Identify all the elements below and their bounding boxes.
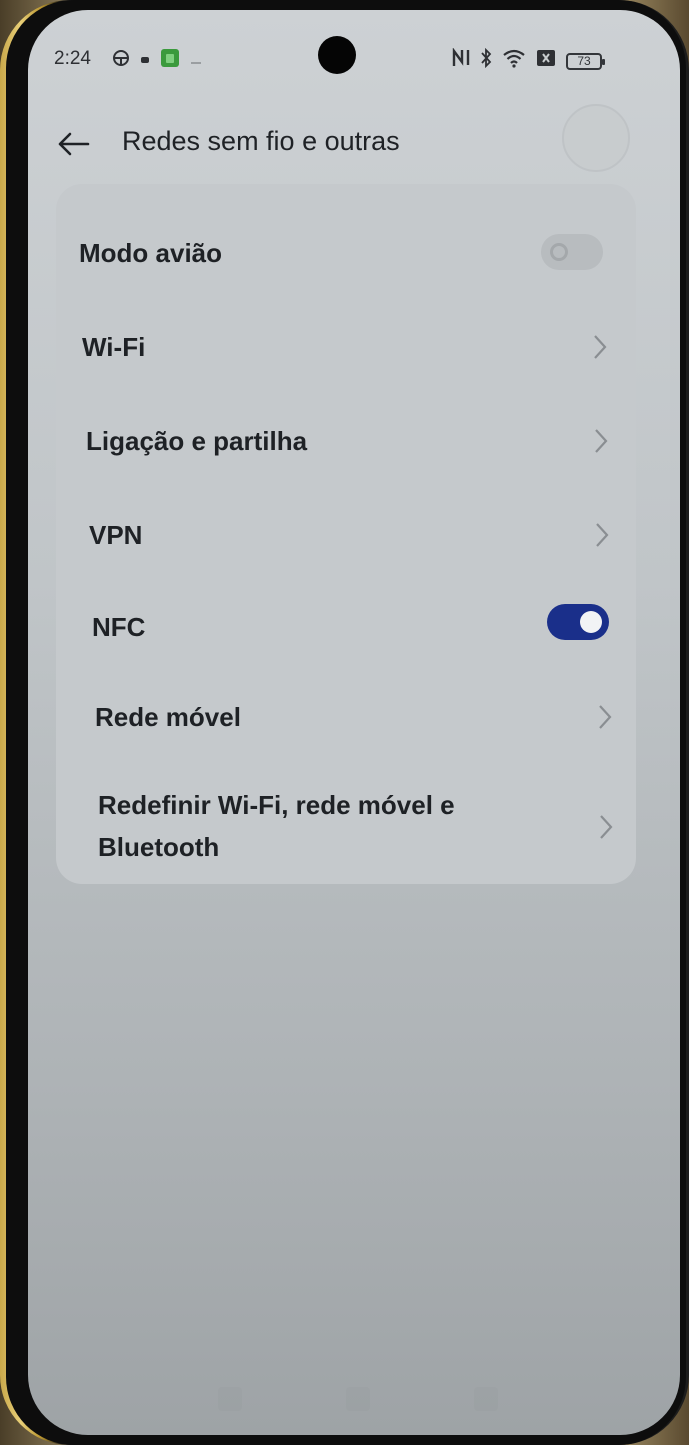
small-dot-icon	[140, 50, 150, 72]
settings-card: Modo avião Wi-Fi Ligação e partilha VPN	[56, 184, 636, 884]
nfc-toggle[interactable]	[547, 604, 609, 640]
status-right-icons: 73	[452, 47, 605, 74]
setting-label-mobile-network: Rede móvel	[95, 702, 241, 732]
toggle-knob	[550, 243, 568, 261]
battery-indicator: 73	[566, 52, 605, 70]
setting-row-airplane-mode[interactable]: Modo avião	[56, 214, 636, 294]
header: Redes sem fio e outras	[28, 104, 680, 174]
green-app-icon	[160, 48, 180, 74]
steering-wheel-icon	[112, 49, 130, 73]
page-title: Redes sem fio e outras	[122, 126, 400, 156]
front-camera	[318, 36, 356, 74]
setting-label-tethering: Ligação e partilha	[86, 426, 308, 456]
toggle-knob	[580, 611, 602, 633]
minus-icon	[190, 50, 202, 72]
setting-label-nfc: NFC	[92, 612, 146, 642]
nav-recent-icon[interactable]	[218, 1387, 242, 1411]
nav-home-icon[interactable]	[346, 1387, 370, 1411]
status-left-icons	[112, 48, 202, 74]
nfc-icon	[452, 47, 470, 74]
floating-circle-button[interactable]	[562, 104, 630, 172]
chevron-right-icon	[593, 428, 609, 454]
bluetooth-icon	[480, 47, 492, 74]
setting-row-tethering[interactable]: Ligação e partilha	[56, 404, 636, 484]
setting-row-nfc[interactable]: NFC	[56, 590, 636, 670]
nav-back-icon[interactable]	[474, 1387, 498, 1411]
chevron-right-icon	[594, 522, 610, 548]
status-time: 2:24	[54, 48, 91, 69]
setting-row-reset-network[interactable]: Redefinir Wi-Fi, rede móvel e Bluetooth	[56, 778, 636, 878]
setting-row-mobile-network[interactable]: Rede móvel	[56, 680, 636, 760]
chevron-right-icon	[598, 814, 614, 840]
setting-row-vpn[interactable]: VPN	[56, 498, 636, 578]
back-arrow-icon	[56, 132, 92, 166]
setting-label-vpn: VPN	[89, 520, 143, 550]
sim-x-icon	[536, 49, 556, 73]
setting-label-wifi: Wi-Fi	[82, 332, 146, 362]
airplane-mode-toggle[interactable]	[541, 234, 603, 270]
navigation-bar	[218, 1387, 498, 1417]
phone-screen: 2:24 73 Redes sem fio e outras Modo aviã…	[28, 10, 680, 1435]
chevron-right-icon	[592, 334, 608, 360]
setting-label-reset-network: Redefinir Wi-Fi, rede móvel e Bluetooth	[98, 790, 455, 862]
setting-label-airplane-mode: Modo avião	[79, 238, 223, 268]
setting-row-wifi[interactable]: Wi-Fi	[56, 310, 636, 390]
wifi-icon	[502, 48, 526, 74]
chevron-right-icon	[597, 704, 613, 730]
back-button[interactable]	[56, 126, 92, 162]
